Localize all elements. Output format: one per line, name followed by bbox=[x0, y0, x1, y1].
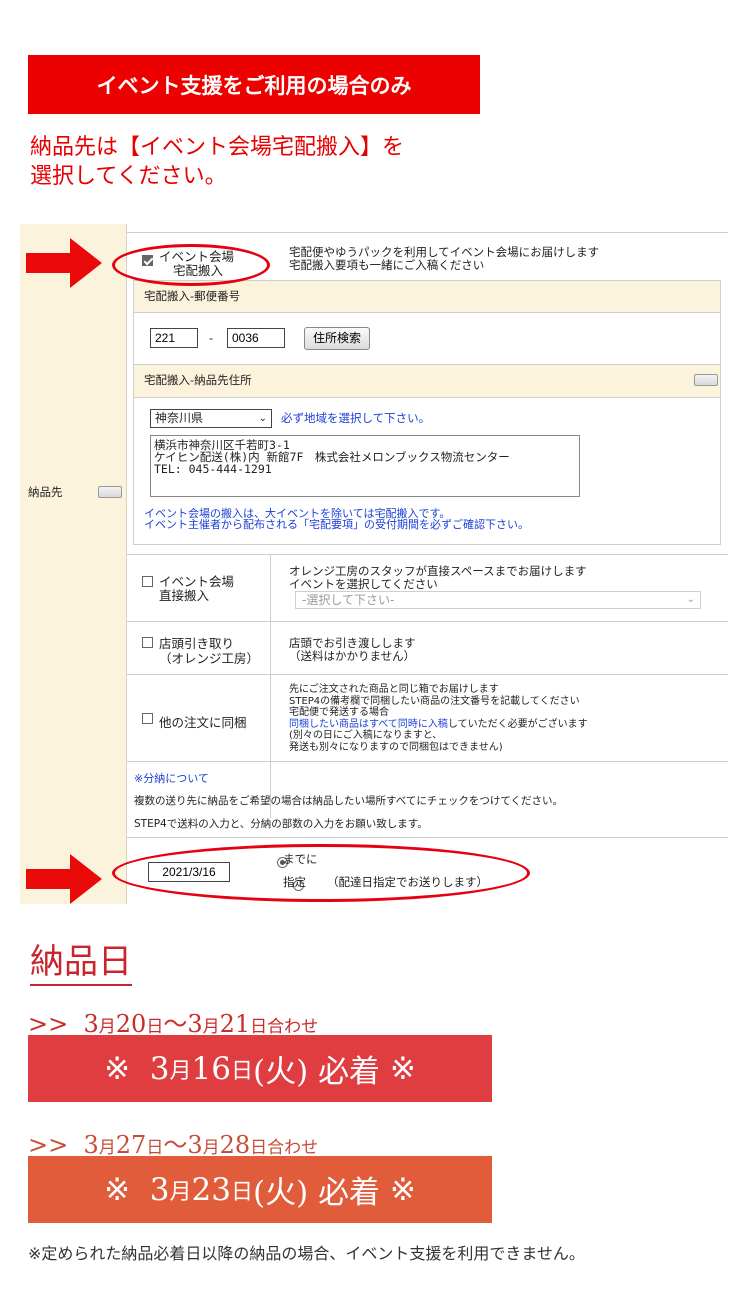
deadline-weekday: (火) bbox=[253, 1175, 309, 1211]
postal-code-first-input[interactable] bbox=[150, 328, 198, 348]
red-arrow-icon bbox=[26, 854, 102, 904]
combine-desc-line: 宅配便で発送する場合 bbox=[289, 707, 389, 718]
store-label-line2: （オレンジ工房） bbox=[159, 651, 260, 666]
red-arrow-icon bbox=[26, 238, 102, 288]
delivery-date-title: 納品日 bbox=[30, 940, 132, 986]
combine-desc-highlight: 同梱したい商品はすべて同時に入稿 bbox=[289, 718, 448, 730]
direct-label-line1: イベント会場 bbox=[159, 574, 235, 589]
address-line: TEL: 045-444-1291 bbox=[154, 462, 272, 476]
postal-separator: - bbox=[209, 331, 214, 345]
combine-desc-line: 先にご注文された商品と同じ箱でお届けします bbox=[289, 684, 499, 695]
form-label-column bbox=[20, 224, 126, 904]
direct-desc-line2: イベントを選択してください bbox=[289, 577, 438, 591]
direct-delivery-desc: オレンジ工房のスタッフが直接スペースまでお届けします イベントを選択してください bbox=[289, 565, 587, 591]
event-support-banner: イベント支援をご利用の場合のみ bbox=[28, 55, 480, 114]
event-select[interactable]: -選択して下さい- ⌄ bbox=[295, 591, 701, 609]
instruction-line-2: 選択してください。 bbox=[30, 164, 227, 189]
delivery-form-screenshot: 納品先 イベント会場 宅配搬入 宅配便やゆうパックを利用してイベント会場にお届け… bbox=[20, 224, 728, 904]
deadline-text: 必着 bbox=[318, 1175, 381, 1211]
range-day: 27 bbox=[115, 1131, 147, 1159]
combine-order-checkbox[interactable] bbox=[142, 713, 153, 724]
schedule-range-1: >> 3月20日～3月21日合わせ bbox=[28, 1010, 319, 1038]
range-suffix: 日合わせ bbox=[250, 1017, 319, 1037]
address-search-button[interactable]: 住所検索 bbox=[304, 327, 371, 350]
event-select-placeholder: -選択して下さい- bbox=[302, 593, 395, 607]
combine-order-label: 他の注文に同梱 bbox=[159, 715, 247, 730]
event-delivery-details: 宅配搬入-郵便番号 - 住所検索 宅配搬入-納品先住所 神奈川県 ⌄ 必ず地域を… bbox=[133, 280, 721, 545]
split-delivery-note-2: STEP4で送料の入力と、分納の部数の入力をお願い致します。 bbox=[134, 818, 428, 830]
store-pickup-desc: 店頭でお引き渡しします （送料はかかりません） bbox=[289, 637, 416, 663]
store-label-line1: 店頭引き取り bbox=[159, 636, 235, 651]
instruction-line-1: 納品先は【イベント会場宅配搬入】を bbox=[30, 135, 405, 160]
region-note: 必ず地域を選択して下さい。 bbox=[281, 411, 431, 425]
deadline-box-2: ※ 3 月 23 日 (火) 必着 ※ bbox=[28, 1156, 492, 1223]
split-delivery-note-1: 複数の送り先に納品をご希望の場合は納品したい場所すべてにチェックをつけてください… bbox=[134, 795, 564, 807]
chevron-down-icon: ⌄ bbox=[258, 413, 267, 424]
combine-order-desc: 先にご注文された商品と同じ箱でお届けします STEP4の備考欄で同梱したい商品の… bbox=[289, 684, 588, 753]
event-delivery-notes: イベント会場の搬入は、大イベントを除いては宅配搬入です。 イベント主催者から配布… bbox=[144, 508, 529, 530]
range-month: 3 bbox=[187, 1010, 203, 1038]
prefecture-select[interactable]: 神奈川県 ⌄ bbox=[150, 409, 272, 428]
postal-code-second-input[interactable] bbox=[227, 328, 285, 348]
destination-help-button[interactable] bbox=[98, 486, 122, 498]
combine-desc-rest: していただく必要がございます bbox=[447, 718, 588, 730]
deadline-weekday: (火) bbox=[253, 1054, 309, 1090]
deadline-month: 3 bbox=[149, 1050, 170, 1087]
postal-code-label: 宅配搬入-郵便番号 bbox=[144, 289, 241, 303]
deadline-text: 必着 bbox=[318, 1054, 381, 1090]
range-day: 20 bbox=[115, 1010, 147, 1038]
note-mark: ※ bbox=[389, 1171, 416, 1208]
deadline-day: 23 bbox=[191, 1171, 231, 1208]
instruction-text: 納品先は【イベント会場宅配搬入】を 選択してください。 bbox=[30, 133, 550, 191]
range-month: 3 bbox=[83, 1131, 99, 1159]
note-mark: ※ bbox=[104, 1050, 131, 1087]
chevron-down-icon: ⌄ bbox=[686, 594, 695, 605]
address-label: 宅配搬入-納品先住所 bbox=[144, 373, 252, 387]
split-delivery-link[interactable]: ※分納について bbox=[134, 770, 209, 786]
highlight-ellipse bbox=[112, 844, 530, 902]
event-note-line2: イベント主催者から配布される「宅配要項」の受付期間を必ずご確認下さい。 bbox=[144, 518, 529, 531]
highlight-ellipse bbox=[112, 244, 270, 286]
note-mark: ※ bbox=[389, 1050, 416, 1087]
deadline-day: 16 bbox=[191, 1050, 231, 1087]
combine-desc-line: 発送も別々になりますので同梱包はできません) bbox=[289, 741, 503, 753]
range-prefix: >> bbox=[28, 1131, 69, 1159]
event-delivery-desc: 宅配便やゆうパックを利用してイベント会場にお届けします 宅配搬入要項も一緒にご入… bbox=[289, 246, 599, 272]
store-pickup-label: 店頭引き取り （オレンジ工房） bbox=[159, 636, 259, 666]
range-month: 3 bbox=[187, 1131, 203, 1159]
schedule-range-2: >> 3月27日～3月28日合わせ bbox=[28, 1131, 319, 1159]
address-help-button[interactable] bbox=[694, 374, 718, 386]
range-prefix: >> bbox=[28, 1010, 69, 1038]
range-day: 21 bbox=[219, 1010, 251, 1038]
deadline-box-1: ※ 3 月 16 日 (火) 必着 ※ bbox=[28, 1035, 492, 1102]
direct-label-line2: 直接搬入 bbox=[159, 588, 210, 603]
combine-desc-line: (別々の日にご入稿になりますと、 bbox=[289, 730, 443, 741]
store-desc-line2: （送料はかかりません） bbox=[289, 649, 416, 663]
note-mark: ※ bbox=[104, 1171, 131, 1208]
direct-delivery-checkbox[interactable] bbox=[142, 576, 153, 587]
footnote: ※定められた納品必着日以降の納品の場合、イベント支援を利用できません。 bbox=[28, 1244, 585, 1263]
combine-desc-line: STEP4の備考欄で同梱したい商品の注文番号を記載してください bbox=[289, 695, 580, 707]
combine-desc-line: 同梱したい商品はすべて同時に入稿していただく必要がございます bbox=[289, 719, 588, 731]
delivery-destination-label: 納品先 bbox=[28, 485, 63, 499]
event-delivery-desc-line2: 宅配搬入要項も一緒にご入稿ください bbox=[289, 258, 485, 272]
store-pickup-checkbox[interactable] bbox=[142, 637, 153, 648]
delivery-options: イベント会場 宅配搬入 宅配便やゆうパックを利用してイベント会場にお届けします … bbox=[127, 224, 728, 904]
range-day: 28 bbox=[219, 1131, 251, 1159]
direct-delivery-label: イベント会場 直接搬入 bbox=[159, 575, 234, 603]
range-month: 3 bbox=[83, 1010, 99, 1038]
prefecture-value: 神奈川県 bbox=[155, 411, 204, 425]
deadline-month: 3 bbox=[149, 1171, 170, 1208]
range-suffix: 日合わせ bbox=[250, 1138, 319, 1158]
address-textarea[interactable]: 横浜市神奈川区千若町3-1 ケイヒン配送(株)内 新館7F 株式会社メロンブック… bbox=[150, 435, 580, 497]
